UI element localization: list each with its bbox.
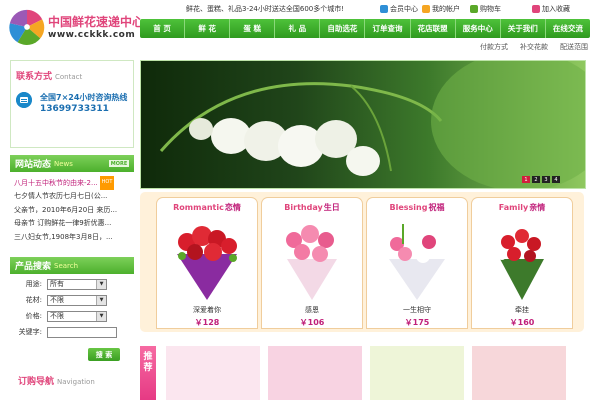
purpose-select[interactable]: 所有 ▼ xyxy=(47,278,107,290)
price-row: 价格: 不限 ▼ xyxy=(12,310,132,322)
product-name[interactable]: 感恩 xyxy=(262,305,362,315)
member-icon xyxy=(380,5,388,13)
logo-url[interactable]: www.cckkk.com xyxy=(48,30,135,40)
hotline-label: 全国7×24小时咨询热线 xyxy=(40,93,128,102)
recommend-char: 荐 xyxy=(143,363,153,373)
add-favorite-label: 加入收藏 xyxy=(542,5,570,13)
chevron-down-icon: ▼ xyxy=(96,279,106,289)
product-price: ￥175 xyxy=(404,318,430,327)
bouquet-image xyxy=(177,226,237,300)
bouquet-image xyxy=(286,225,337,300)
logo-flower-icon[interactable] xyxy=(8,8,46,46)
news-item[interactable]: 八月十五中秋节的由来-2... HOT xyxy=(14,176,132,190)
recommend-product-image[interactable] xyxy=(268,346,362,400)
product-price: ￥106 xyxy=(299,318,325,327)
search-header: 产品搜索 Search xyxy=(10,257,134,274)
lily-of-the-valley-image xyxy=(159,61,585,188)
keyword-label: 关键字: xyxy=(18,328,42,336)
cart-icon xyxy=(470,5,478,13)
banner-slideshow[interactable] xyxy=(140,60,586,189)
recommend-tab: 推 荐 xyxy=(140,346,156,400)
member-center-link[interactable]: 会员中心 xyxy=(380,4,418,14)
recommend-product-image[interactable] xyxy=(370,346,464,400)
material-row: 花材: 不限 ▼ xyxy=(12,294,132,306)
news-item[interactable]: 母亲节 订购鲜花一律9折优惠... xyxy=(14,217,132,231)
member-center-label: 会员中心 xyxy=(390,5,418,13)
main-nav: 首 页 鲜 花 蛋 糕 礼 品 自助选花 订单查询 花店联盟 服务中心 关于我们… xyxy=(140,19,590,38)
nav-home[interactable]: 首 页 xyxy=(140,19,186,38)
payment-methods-link[interactable]: 付款方式 xyxy=(480,42,508,52)
nav-flowers[interactable]: 鲜 花 xyxy=(185,19,231,38)
contact-title: 联系方式 Contact xyxy=(16,72,83,82)
news-item[interactable]: 七夕情人节农历七月七日(公... xyxy=(14,190,132,204)
search-button[interactable]: 搜 索 xyxy=(88,348,120,361)
add-favorite-link[interactable]: 加入收藏 xyxy=(532,4,570,14)
chevron-down-icon: ▼ xyxy=(96,311,106,321)
product-card[interactable]: 一生相守 ￥175 xyxy=(366,214,468,329)
banner-dot[interactable]: 3 xyxy=(542,176,550,183)
favorite-icon xyxy=(532,5,540,13)
product-price: ￥128 xyxy=(194,318,220,327)
hot-badge: HOT xyxy=(99,176,115,190)
nav-online-chat[interactable]: 在线交流 xyxy=(546,19,590,38)
purpose-row: 用途: 所有 ▼ xyxy=(12,278,132,290)
nav-cakes[interactable]: 蛋 糕 xyxy=(230,19,276,38)
sub-nav: 付款方式 补交花款 配送范围 xyxy=(480,42,588,52)
cart-label: 购物车 xyxy=(480,5,501,13)
news-item[interactable]: 父亲节，2010年6月20日 来历... xyxy=(14,204,132,218)
recommend-product-image[interactable] xyxy=(166,346,260,400)
banner-dot[interactable]: 4 xyxy=(552,176,560,183)
nav-custom-flowers[interactable]: 自助选花 xyxy=(320,19,366,38)
logo-title[interactable]: 中国鲜花速递中心 xyxy=(48,13,144,30)
banner-pager: 1 2 3 4 xyxy=(522,176,590,183)
bouquet-image xyxy=(498,229,544,300)
banner-dot[interactable]: 1 xyxy=(522,176,530,183)
hotline-number: 13699733311 xyxy=(40,104,109,114)
bouquet-image xyxy=(389,224,445,300)
product-name[interactable]: 一生相守 xyxy=(367,305,467,315)
nav-order-query[interactable]: 订单查询 xyxy=(365,19,411,38)
my-account-link[interactable]: 我的帐户 xyxy=(422,4,460,14)
banner-dot[interactable]: 2 xyxy=(532,176,540,183)
price-label: 价格: xyxy=(25,312,42,320)
product-price: ￥160 xyxy=(509,318,535,327)
nav-florist-alliance[interactable]: 花店联盟 xyxy=(411,19,456,38)
my-account-label: 我的帐户 xyxy=(432,5,460,13)
chevron-down-icon: ▼ xyxy=(96,295,106,305)
product-card[interactable]: 牵挂 ￥160 xyxy=(471,214,573,329)
phone-icon xyxy=(16,92,32,108)
news-header: 网站动态 News MORE xyxy=(10,155,134,172)
product-name[interactable]: 牵挂 xyxy=(472,305,572,315)
keyword-row: 关键字: xyxy=(12,326,132,338)
order-nav-title: 订购导航 Navigation xyxy=(18,377,95,387)
purpose-label: 用途: xyxy=(25,280,42,288)
product-name[interactable]: 深爱着你 xyxy=(157,305,257,315)
product-card[interactable]: 深爱着你 ￥128 xyxy=(156,214,258,329)
nav-about-us[interactable]: 关于我们 xyxy=(501,19,546,38)
news-more-button[interactable]: MORE xyxy=(109,160,129,167)
recommend-product-image[interactable] xyxy=(472,346,566,400)
cart-link[interactable]: 购物车 xyxy=(470,4,501,14)
nav-service-center[interactable]: 服务中心 xyxy=(456,19,501,38)
nav-gifts[interactable]: 礼 品 xyxy=(275,19,321,38)
news-list: 八月十五中秋节的由来-2... HOT 七夕情人节农历七月七日(公... 父亲节，… xyxy=(14,176,132,244)
pay-balance-link[interactable]: 补交花款 xyxy=(520,42,548,52)
price-select[interactable]: 不限 ▼ xyxy=(47,310,107,322)
header-tagline: 鲜花、蛋糕、礼品3-24小时送达全国600多个城市! xyxy=(186,5,345,13)
product-card[interactable]: 感恩 ￥106 xyxy=(261,214,363,329)
keyword-input[interactable] xyxy=(47,326,117,338)
account-icon xyxy=(422,5,430,13)
recommend-char: 推 xyxy=(143,352,153,362)
material-label: 花材: xyxy=(25,296,42,304)
material-select[interactable]: 不限 ▼ xyxy=(47,294,107,306)
news-item[interactable]: 三八妇女节,1908年3月8日，... xyxy=(14,231,132,245)
delivery-area-link[interactable]: 配送范围 xyxy=(560,42,588,52)
